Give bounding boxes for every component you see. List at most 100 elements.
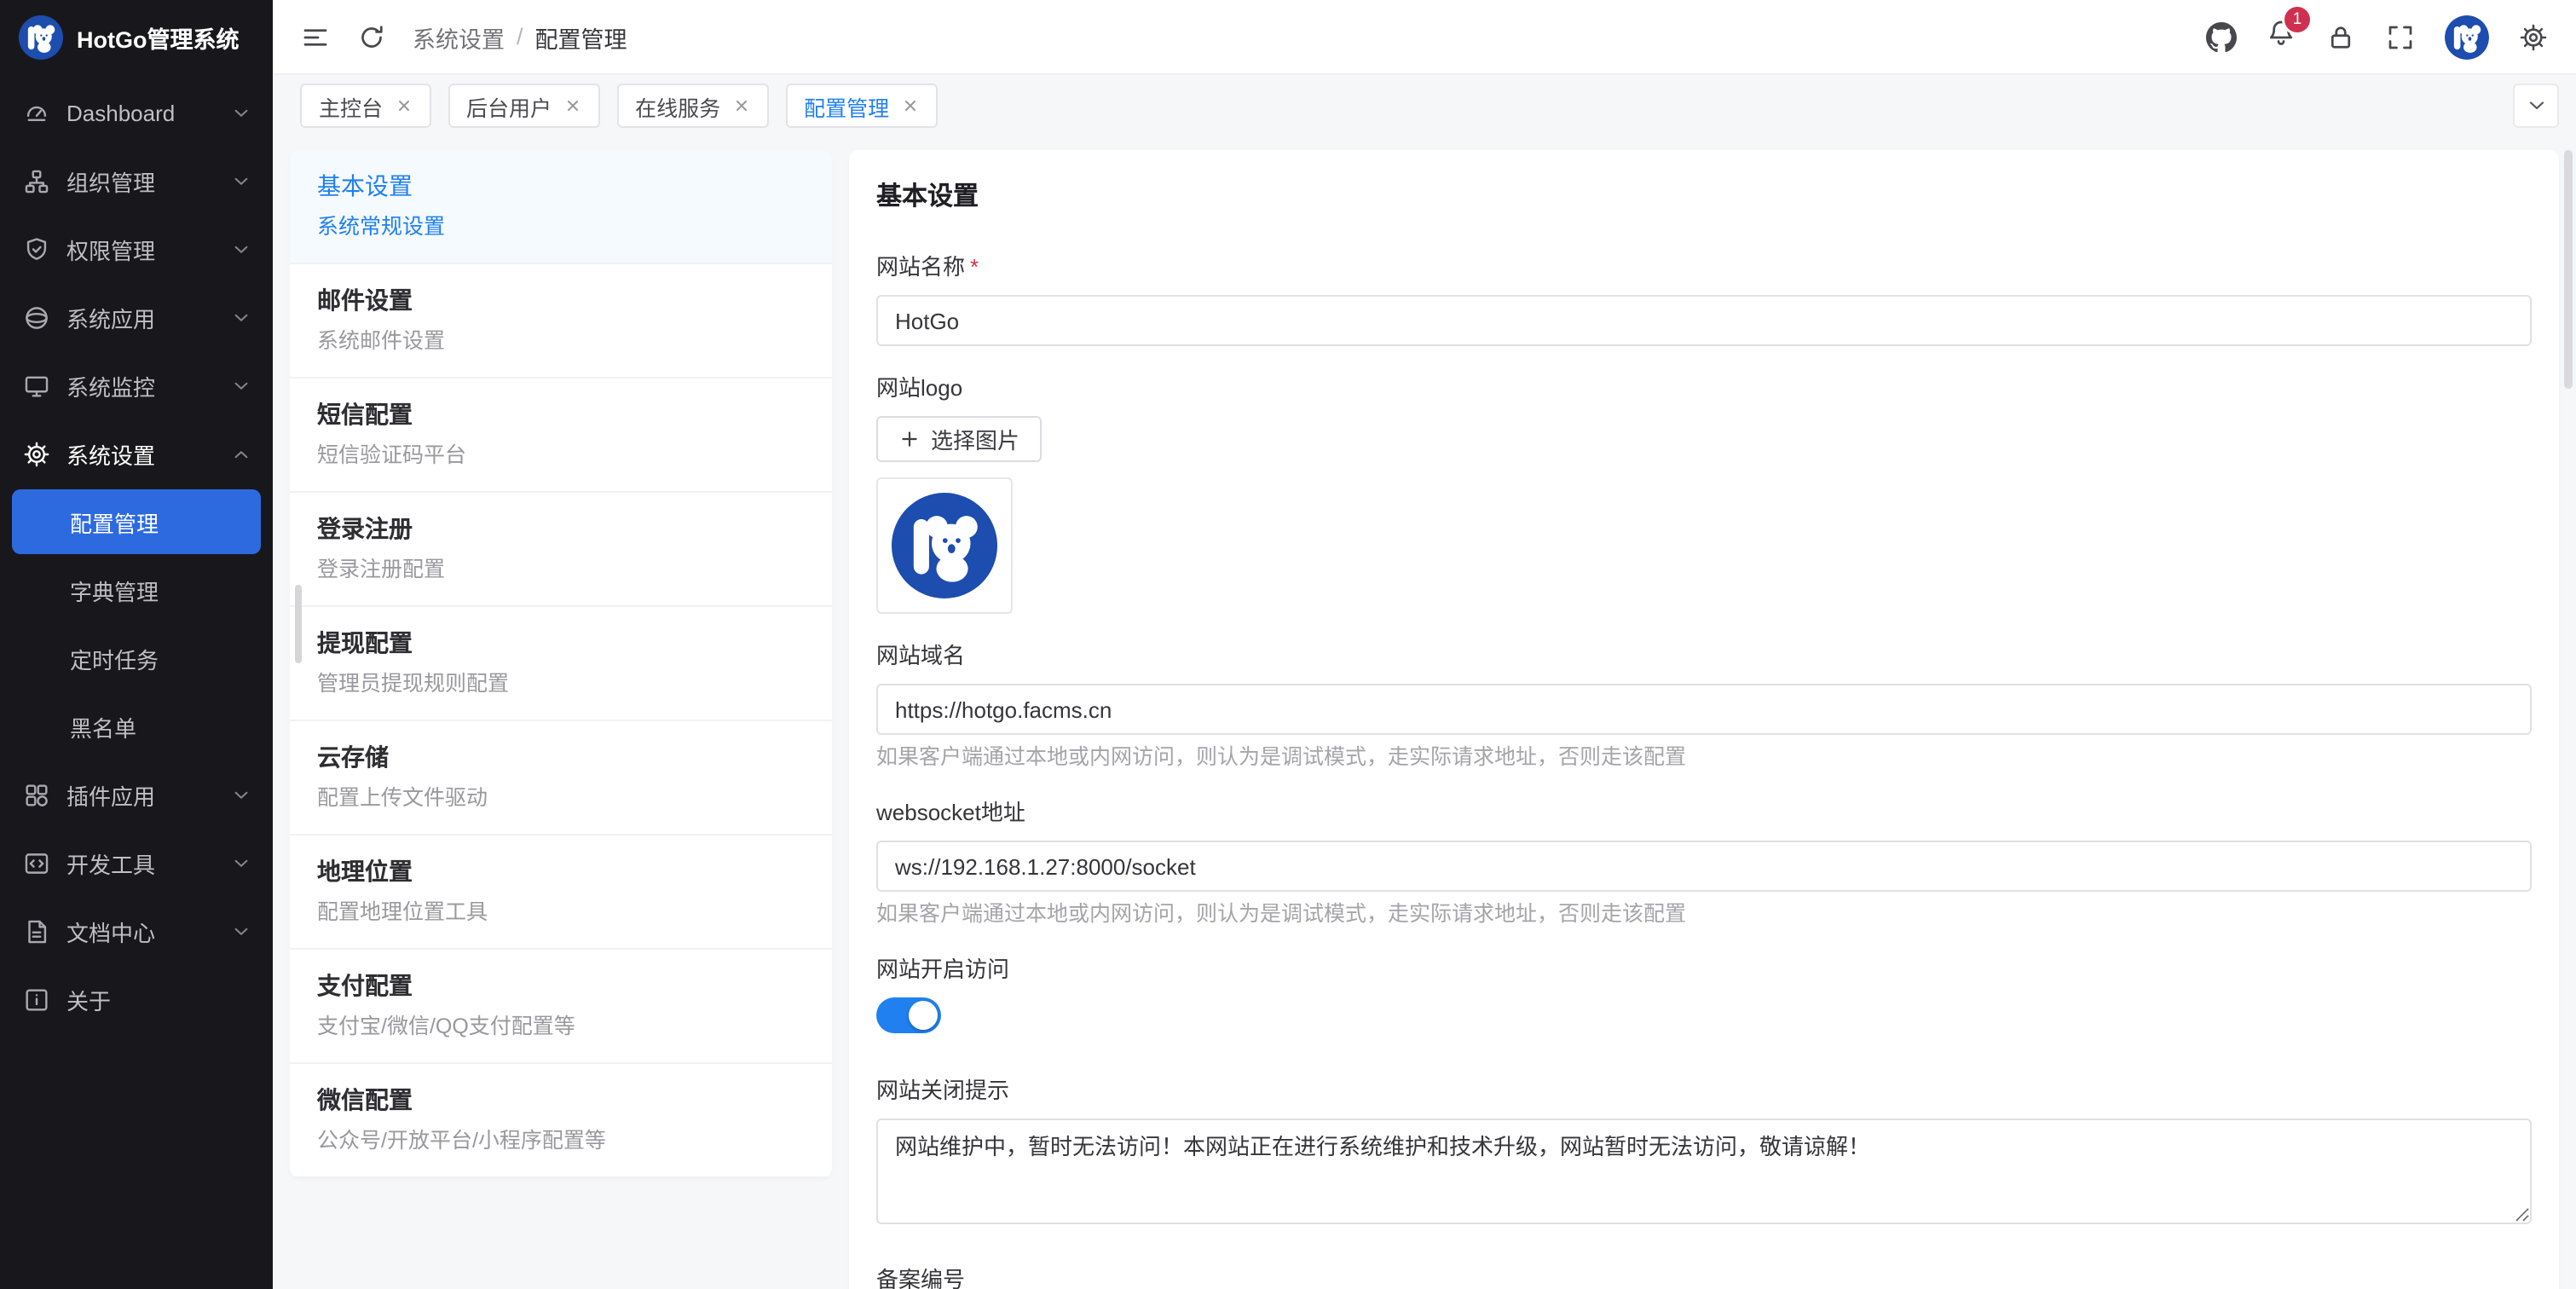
tab-actions-dropdown[interactable] [2513,84,2559,128]
settings-nav-card: 基本设置 系统常规设置 邮件设置 系统邮件设置 短信配置 短信验证码平台 登录注… [290,150,832,1178]
settings-nav-title: 提现配置 [317,626,805,660]
site-logo-label: 网站logo [876,375,2532,402]
fullscreen-icon[interactable] [2385,21,2416,52]
submenu-item-blacklist[interactable]: 黑名单 [0,692,273,760]
sidebar-item-dashboard[interactable]: Dashboard [0,78,273,147]
settings-nav-scrollbar-thumb[interactable] [295,585,302,663]
apps-icon [22,780,51,809]
close-tip-textarea[interactable]: 网站维护中，暂时无法访问！本网站正在进行系统维护和技术升级，网站暂时无法访问，敬… [876,1118,2532,1224]
document-icon [22,916,51,945]
breadcrumb-parent[interactable]: 系统设置 [413,20,505,54]
close-icon[interactable] [395,97,412,114]
top-header: 系统设置 / 配置管理 1 [273,0,2576,75]
sidebar-item-permission[interactable]: 权限管理 [0,215,273,283]
settings-nav-item-withdraw[interactable]: 提现配置 管理员提现规则配置 [290,607,832,721]
dashboard-icon [22,98,51,127]
github-icon[interactable] [2206,21,2237,52]
site-domain-input[interactable] [876,684,2532,735]
koala-logo-icon [892,493,997,598]
sidebar-item-dev-tools[interactable]: 开发工具 [0,829,273,897]
breadcrumb-current[interactable]: 配置管理 [535,20,627,54]
sidebar-item-label: 系统设置 [66,437,155,470]
sidebar: HotGo管理系统 Dashboard 组织管理 权限管理 系统应用 [0,0,273,1289]
tab-dashboard[interactable]: 主控台 [300,84,430,128]
tab-admin-users[interactable]: 后台用户 [448,84,599,128]
lock-icon[interactable] [2325,21,2356,52]
main-area: 系统设置 / 配置管理 1 主控台 [273,0,2576,1289]
choose-image-button[interactable]: 选择图片 [876,416,1042,462]
site-domain-help: 如果客户端通过本地或内网访问，则认为是调试模式，走实际请求地址，否则走该配置 [876,743,2532,771]
settings-nav-title: 短信配置 [317,397,805,431]
settings-nav-title: 云存储 [317,740,805,774]
submenu-item-label: 配置管理 [70,506,159,538]
gear-icon [22,439,51,468]
field-icp: 备案编号 [876,1267,2532,1289]
submenu-item-cron-tasks[interactable]: 定时任务 [0,624,273,692]
site-name-input[interactable] [876,295,2532,346]
tab-label: 在线服务 [635,90,720,122]
settings-nav-item-wechat[interactable]: 微信配置 公众号/开放平台/小程序配置等 [290,1064,832,1178]
field-close-tip: 网站关闭提示 网站维护中，暂时无法访问！本网站正在进行系统维护和技术升级，网站暂… [876,1078,2532,1233]
settings-nav-item-login[interactable]: 登录注册 登录注册配置 [290,493,832,607]
koala-logo-icon [2445,14,2489,59]
settings-nav-item-storage[interactable]: 云存储 配置上传文件驱动 [290,721,832,835]
globe-icon [22,303,51,332]
settings-nav-title: 地理位置 [317,854,805,888]
submenu-item-config-management[interactable]: 配置管理 [12,489,261,554]
koala-logo-icon [19,15,63,60]
gear-icon[interactable] [2518,21,2549,52]
chevron-down-icon [232,853,251,872]
sidebar-item-monitor[interactable]: 系统监控 [0,351,273,419]
sidebar-item-docs[interactable]: 文档中心 [0,897,273,965]
submenu-item-dict-management[interactable]: 字典管理 [0,556,273,624]
sidebar-item-system-settings[interactable]: 系统设置 [0,419,273,488]
header-actions: 1 [2206,14,2549,59]
shield-icon [22,234,51,263]
tab-label: 后台用户 [466,90,552,122]
settings-nav-subtitle: 支付宝/微信/QQ支付配置等 [317,1011,805,1042]
submenu-item-label: 黑名单 [70,710,136,743]
settings-nav-subtitle: 公众号/开放平台/小程序配置等 [317,1125,805,1156]
sidebar-item-label: Dashboard [66,100,175,125]
tab-label: 配置管理 [804,90,889,122]
site-open-toggle[interactable] [876,997,941,1033]
avatar[interactable] [2445,14,2489,59]
refresh-icon[interactable] [356,21,387,52]
settings-nav-item-pay[interactable]: 支付配置 支付宝/微信/QQ支付配置等 [290,950,832,1064]
close-icon[interactable] [563,97,580,114]
basic-settings-form-card: 基本设置 网站名称* 网站logo 选择图片 网站域名 [849,150,2559,1289]
close-icon[interactable] [901,97,918,114]
settings-nav-subtitle: 配置上传文件驱动 [317,783,805,813]
code-icon [22,848,51,877]
site-domain-label: 网站域名 [876,643,2532,670]
breadcrumb-separator: / [517,24,523,49]
settings-nav-item-basic[interactable]: 基本设置 系统常规设置 [290,150,832,264]
toggle-knob [909,1001,938,1030]
field-site-domain: 网站域名 如果客户端通过本地或内网访问，则认为是调试模式，走实际请求地址，否则走… [876,643,2532,771]
chevron-down-icon [2526,95,2546,116]
settings-nav-item-geo[interactable]: 地理位置 配置地理位置工具 [290,835,832,950]
notifications-button[interactable]: 1 [2266,17,2296,56]
settings-nav-subtitle: 管理员提现规则配置 [317,668,805,699]
tab-config-management[interactable]: 配置管理 [785,84,937,128]
chevron-down-icon [232,376,251,395]
icp-label: 备案编号 [876,1267,2532,1289]
sidebar-item-system-app[interactable]: 系统应用 [0,283,273,351]
tab-online-service[interactable]: 在线服务 [616,84,768,128]
settings-nav-item-sms[interactable]: 短信配置 短信验证码平台 [290,379,832,493]
sidebar-item-org[interactable]: 组织管理 [0,147,273,215]
websocket-input[interactable] [876,841,2532,892]
collapse-menu-icon[interactable] [300,21,331,52]
websocket-help: 如果客户端通过本地或内网访问，则认为是调试模式，走实际请求地址，否则走该配置 [876,900,2532,928]
sidebar-item-plugins[interactable]: 插件应用 [0,760,273,829]
sidebar-item-label: 关于 [66,983,111,1015]
close-icon[interactable] [732,97,749,114]
sidebar-item-about[interactable]: 关于 [0,965,273,1033]
app-logo[interactable]: HotGo管理系统 [0,0,273,75]
settings-nav-item-email[interactable]: 邮件设置 系统邮件设置 [290,264,832,379]
chevron-down-icon [232,240,251,258]
logo-preview-image[interactable] [876,477,1013,614]
content-area: 基本设置 系统常规设置 邮件设置 系统邮件设置 短信配置 短信验证码平台 登录注… [273,136,2576,1289]
tabbar: 主控台 后台用户 在线服务 配置管理 [273,75,2576,136]
page-scrollbar-thumb[interactable] [2564,150,2573,389]
